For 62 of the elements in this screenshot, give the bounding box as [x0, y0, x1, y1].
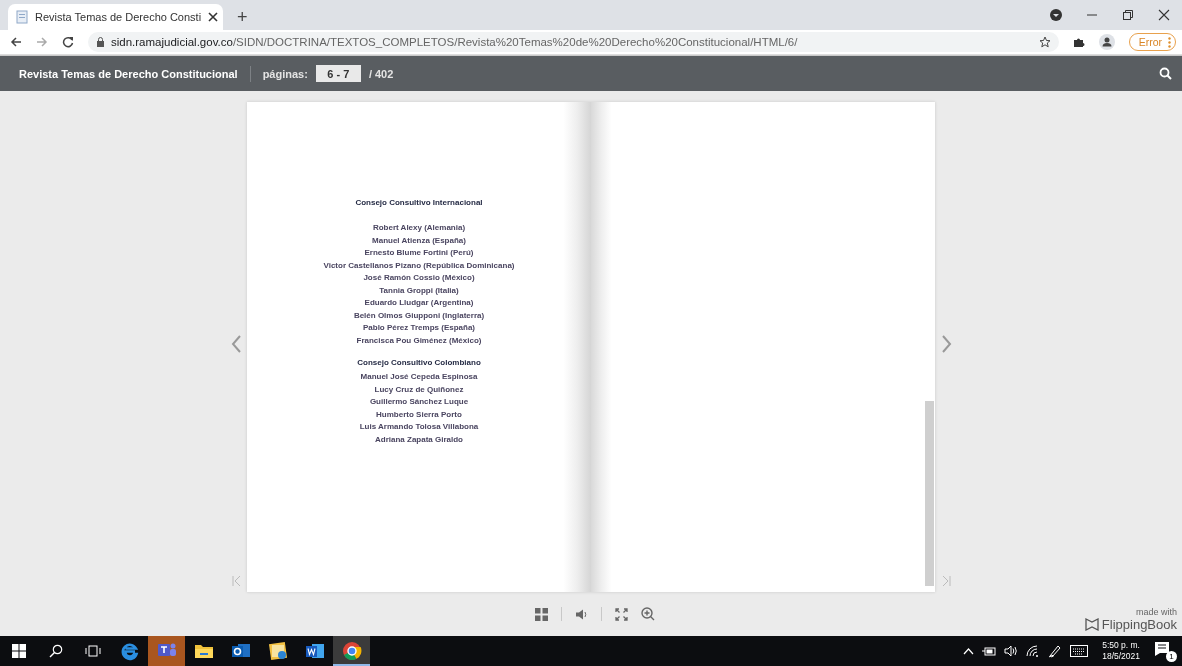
date-text: 18/5/2021 — [1102, 651, 1140, 662]
pen-icon[interactable] — [1048, 644, 1063, 658]
zoom-in-icon[interactable] — [641, 607, 655, 621]
member-name: Manuel José Cepeda Espinosa — [360, 371, 478, 383]
publication-title: Revista Temas de Derecho Constitucional — [19, 67, 238, 80]
pages-label: páginas: — [262, 67, 308, 80]
page-total: / 402 — [368, 67, 394, 80]
avatar-icon[interactable] — [1098, 34, 1115, 50]
browser-tab[interactable]: Revista Temas de Derecho Consti — [8, 4, 223, 30]
member-name: José Ramón Cossio (México) — [363, 272, 475, 284]
member-name: Adriana Zapata Giraldo — [375, 433, 463, 446]
member-name: Francisca Pou Giménez (México) — [356, 334, 482, 347]
member-name: Pablo Pérez Tremps (España) — [362, 322, 475, 334]
notification-center-button[interactable]: 1 — [1154, 641, 1174, 661]
member-name: Eduardo Lludgar (Argentina) — [364, 297, 474, 309]
fullscreen-icon[interactable] — [615, 607, 628, 621]
member-name: Manuel Atienza (España) — [372, 234, 466, 247]
restore-icon[interactable] — [1122, 9, 1134, 21]
new-tab-button[interactable]: + — [233, 8, 252, 26]
url-text[interactable]: sidn.ramajudicial.gov.co/SIDN/DOCTRINA/TEXTOS_COMPLETOS/Revista%20Temas%20de%20Derecho%20Constitucional/HTML/6/ — [111, 36, 1033, 48]
chevron-up-icon[interactable] — [963, 647, 975, 655]
made-with-text: made with — [1135, 607, 1177, 617]
wifi-icon[interactable] — [1026, 645, 1041, 657]
member-name: Luis Armando Tolosa Villabona — [359, 421, 479, 433]
close-icon[interactable] — [1158, 9, 1170, 21]
more-vertical-icon — [1168, 36, 1171, 48]
document-icon — [16, 10, 28, 24]
windows-start-icon[interactable] — [11, 644, 26, 658]
address-bar[interactable]: sidn.ramajudicial.gov.co/SIDN/DOCTRINA/TEXTOS_COMPLETOS/Revista%20Temas%20de%20Derecho%20Constitucional/HTML/6/ — [88, 32, 1059, 52]
battery-icon[interactable] — [982, 646, 997, 656]
reload-icon[interactable] — [62, 36, 74, 48]
book-icon — [1084, 618, 1099, 631]
scrollbar[interactable] — [925, 401, 934, 586]
taskbar-button[interactable] — [333, 636, 370, 666]
member-name: Robert Alexy (Alemania) — [372, 222, 466, 234]
star-icon[interactable] — [1038, 36, 1051, 48]
member-name: Guillermo Sánchez Luque — [369, 396, 469, 408]
member-name: Tannia Groppi (Italia) — [379, 284, 459, 297]
search-icon[interactable] — [48, 644, 63, 658]
section-heading: Consejo Consultivo Colombiano — [357, 358, 481, 368]
tab-title: Revista Temas de Derecho Consti — [35, 11, 202, 23]
clock[interactable]: 5:50 p. m. 18/5/2021 — [1102, 640, 1140, 662]
speaker-icon[interactable] — [575, 608, 588, 620]
task-view-icon[interactable] — [84, 645, 101, 657]
grid-icon[interactable] — [535, 607, 548, 621]
member-name: Humberto Sierra Porto — [376, 408, 462, 421]
lock-icon — [96, 37, 105, 47]
keyboard-icon[interactable] — [1070, 645, 1089, 657]
time-text: 5:50 p. m. — [1102, 640, 1140, 651]
back-arrow-icon[interactable] — [10, 36, 22, 48]
member-name: Victor Castellanos Pizano (República Dominicana) — [323, 259, 515, 272]
member-name: Ernesto Blume Fortini (Perú) — [364, 247, 474, 259]
section-heading: Consejo Consultivo Internacional — [355, 198, 483, 208]
brand-name[interactable]: FlippingBook — [1101, 617, 1177, 632]
search-icon[interactable] — [1159, 67, 1172, 80]
page-field[interactable]: 6 - 7 — [315, 65, 361, 82]
member-name: Belén Olmos Giupponi (Inglaterra) — [353, 309, 485, 322]
member-name: Lucy Cruz de Quiñonez — [374, 383, 464, 396]
notification-count: 1 — [1166, 651, 1177, 662]
close-icon[interactable] — [208, 12, 219, 22]
message-icon — [1154, 641, 1170, 657]
volume-icon[interactable] — [1004, 645, 1019, 657]
